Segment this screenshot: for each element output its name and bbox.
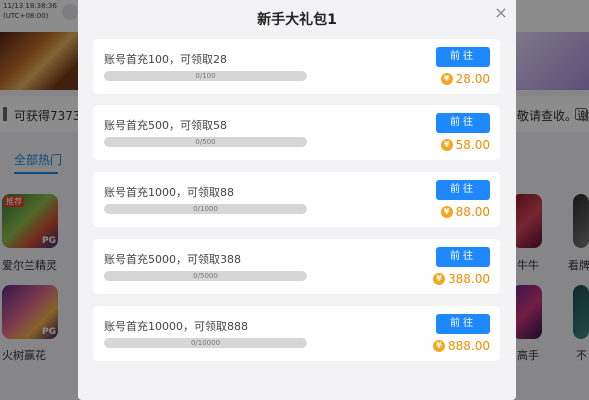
reward-card-title: 账号首充1000，可领取88 (104, 186, 234, 199)
reward-card-title: 账号首充10000，可领取888 (104, 320, 248, 333)
coin-icon: ¥ (433, 273, 445, 285)
reward-card-title: 账号首充500，可领取58 (104, 119, 227, 132)
reward-amount-group: ¥ 58.00 (440, 138, 490, 152)
progress-bar: 0/1000 (104, 204, 307, 214)
reward-card: 账号首充500，可领取58 0/500 前往 ¥ 58.00 (93, 105, 500, 160)
go-button[interactable]: 前往 (436, 247, 490, 267)
modal-title: 新手大礼包1 (257, 12, 337, 28)
go-button[interactable]: 前往 (436, 113, 490, 133)
progress-bar: 0/10000 (104, 338, 307, 348)
reward-card-title: 账号首充100，可领取28 (104, 53, 227, 66)
progress-text: 0/500 (195, 138, 216, 146)
coin-icon: ¥ (440, 139, 453, 151)
reward-amount: 88.00 (455, 205, 490, 219)
reward-card: 账号首充5000，可领取388 0/5000 前往 ¥ 388.00 (93, 239, 500, 294)
reward-amount-group: ¥ 888.00 (433, 339, 490, 353)
close-icon[interactable]: × (493, 5, 509, 21)
reward-amount: 28.00 (455, 72, 490, 86)
go-button[interactable]: 前往 (436, 180, 490, 200)
reward-amount-group: ¥ 388.00 (433, 272, 490, 286)
reward-card-title: 账号首充5000，可领取388 (104, 253, 241, 266)
progress-text: 0/100 (195, 72, 216, 80)
reward-amount-group: ¥ 28.00 (440, 72, 490, 86)
reward-card: 账号首充10000，可领取888 0/10000 前往 ¥ 888.00 (93, 306, 500, 361)
progress-text: 0/10000 (190, 339, 221, 347)
gift-pack-modal: 新手大礼包1 × 账号首充100，可领取28 0/100 前往 ¥ 28.00 … (78, 0, 516, 400)
coin-icon: ¥ (440, 73, 453, 85)
progress-bar: 0/5000 (104, 271, 307, 281)
progress-text: 0/5000 (193, 272, 218, 280)
reward-amount: 388.00 (448, 272, 490, 286)
coin-icon: ¥ (440, 206, 453, 218)
reward-amount-group: ¥ 88.00 (440, 205, 490, 219)
reward-card: 账号首充100，可领取28 0/100 前往 ¥ 28.00 (93, 39, 500, 94)
go-button[interactable]: 前往 (436, 47, 490, 67)
coin-icon: ¥ (433, 340, 445, 352)
reward-amount: 58.00 (455, 138, 490, 152)
progress-text: 0/1000 (193, 205, 218, 213)
progress-bar: 0/500 (104, 137, 307, 147)
reward-card: 账号首充1000，可领取88 0/1000 前往 ¥ 88.00 (93, 172, 500, 227)
reward-amount: 888.00 (448, 339, 490, 353)
go-button[interactable]: 前往 (436, 314, 490, 334)
progress-bar: 0/100 (104, 71, 307, 81)
